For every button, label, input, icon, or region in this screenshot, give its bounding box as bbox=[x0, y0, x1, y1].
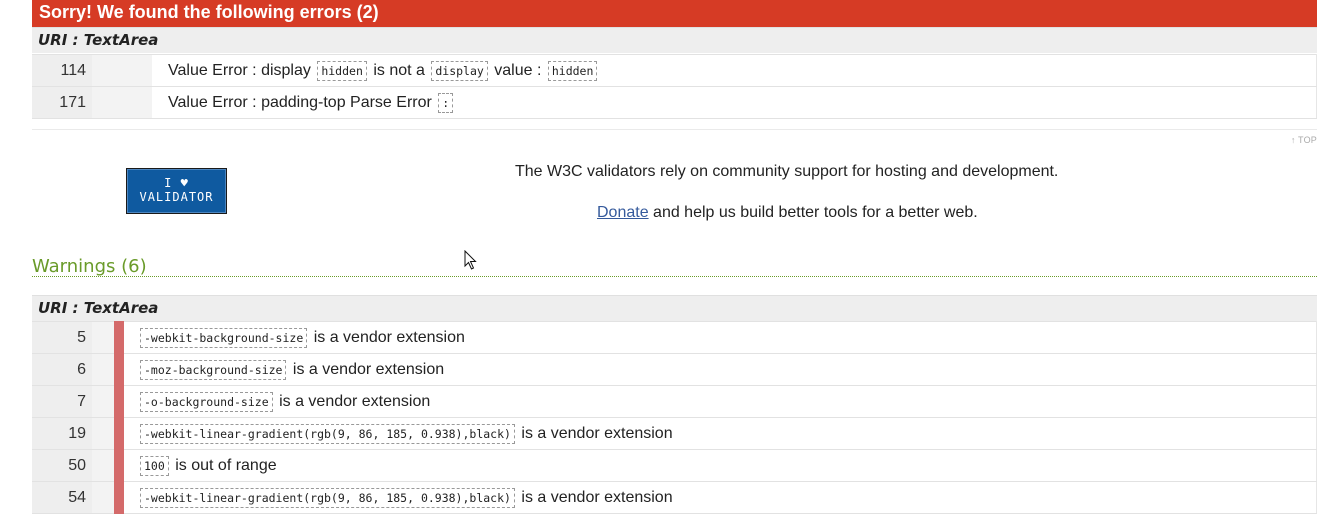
uri-label: URI : bbox=[38, 299, 84, 317]
message-text: value : bbox=[489, 61, 546, 79]
separator bbox=[32, 129, 1317, 130]
line-number: 54 bbox=[32, 481, 92, 514]
code-token: -webkit-linear-gradient(rgb(9, 86, 185, … bbox=[140, 487, 515, 508]
message-text: is a vendor extension bbox=[309, 328, 465, 346]
warning-level-bar bbox=[114, 449, 124, 482]
warning-row: 19 -webkit-linear-gradient(rgb(9, 86, 185… bbox=[32, 417, 1317, 450]
context-cell bbox=[92, 449, 114, 482]
context-cell bbox=[92, 481, 114, 514]
line-number: 50 bbox=[32, 449, 92, 482]
code-token: display bbox=[431, 60, 488, 81]
line-number: 7 bbox=[32, 385, 92, 418]
warning-row: 50 100 is out of range bbox=[32, 449, 1317, 482]
warning-message: -webkit-linear-gradient(rgb(9, 86, 185, … bbox=[136, 417, 1317, 450]
warning-level-cell bbox=[114, 353, 136, 386]
message-text: is a vendor extension bbox=[516, 424, 673, 442]
line-number: 19 bbox=[32, 417, 92, 450]
context-cell bbox=[92, 385, 114, 418]
back-to-top-link[interactable]: ↑ TOP bbox=[1291, 135, 1317, 145]
warning-row: 54 -webkit-linear-gradient(rgb(9, 86, 185… bbox=[32, 481, 1317, 514]
badge-line-1: I ♥ bbox=[164, 176, 189, 190]
warnings-uri-bar: URI : TextArea bbox=[32, 295, 1317, 321]
warning-row: 5 -webkit-background-size is a vendor ext… bbox=[32, 321, 1317, 354]
context-cell bbox=[92, 86, 152, 119]
warning-message: -moz-background-size is a vendor extensi… bbox=[136, 353, 1317, 386]
warning-message: 100 is out of range bbox=[136, 449, 1317, 482]
message-text: is a vendor extension bbox=[516, 488, 673, 506]
errors-uri-bar: URI : TextArea bbox=[32, 27, 1317, 53]
context-cell bbox=[92, 353, 114, 386]
warning-message: -o-background-size is a vendor extension bbox=[136, 385, 1317, 418]
warnings-heading: Warnings (6) bbox=[32, 256, 1317, 277]
warning-level-bar bbox=[114, 321, 124, 354]
message-text: is not a bbox=[368, 61, 430, 79]
warning-message: -webkit-linear-gradient(rgb(9, 86, 185, … bbox=[136, 481, 1317, 514]
warning-level-bar bbox=[114, 385, 124, 418]
code-token: hidden bbox=[547, 60, 598, 81]
donate-message: Donate and help us build better tools fo… bbox=[597, 204, 978, 222]
code-token: -webkit-background-size bbox=[140, 327, 308, 348]
donate-link[interactable]: Donate bbox=[597, 204, 649, 221]
uri-value: TextArea bbox=[83, 31, 159, 49]
message-text: is out of range bbox=[170, 456, 277, 474]
error-row: 171 Value Error : padding-top Parse Error… bbox=[32, 86, 1317, 119]
code-token: hidden bbox=[317, 60, 367, 81]
errors-table: 114 Value Error : display hidden is not a… bbox=[32, 54, 1317, 119]
warning-level-cell bbox=[114, 321, 136, 354]
warnings-table: 5 -webkit-background-size is a vendor ext… bbox=[32, 321, 1317, 514]
mouse-cursor-icon bbox=[464, 250, 477, 270]
line-number: 171 bbox=[32, 86, 92, 119]
context-cell bbox=[92, 54, 152, 87]
warning-message: -webkit-background-size is a vendor exte… bbox=[136, 321, 1317, 354]
message-text: is a vendor extension bbox=[274, 392, 431, 410]
context-cell bbox=[92, 417, 114, 450]
context-cell bbox=[92, 321, 114, 354]
warning-level-bar bbox=[114, 481, 124, 514]
message-text: Value Error : padding-top Parse Error bbox=[168, 93, 437, 111]
line-number: 114 bbox=[32, 54, 92, 87]
error-message: Value Error : padding-top Parse Error : bbox=[152, 86, 1317, 119]
warning-row: 6 -moz-background-size is a vendor extens… bbox=[32, 353, 1317, 386]
support-message: The W3C validators rely on community sup… bbox=[515, 163, 1059, 180]
warning-level-cell bbox=[114, 417, 136, 450]
code-token: 100 bbox=[140, 455, 169, 476]
line-number: 6 bbox=[32, 353, 92, 386]
uri-value: TextArea bbox=[83, 299, 159, 317]
code-token: -webkit-linear-gradient(rgb(9, 86, 185, … bbox=[140, 423, 515, 444]
i-love-validator-badge[interactable]: I ♥ VALIDATOR bbox=[126, 168, 227, 214]
badge-line-2: VALIDATOR bbox=[139, 190, 214, 204]
code-token: -o-background-size bbox=[140, 391, 273, 412]
line-number: 5 bbox=[32, 321, 92, 354]
uri-label: URI : bbox=[38, 31, 84, 49]
error-row: 114 Value Error : display hidden is not a… bbox=[32, 54, 1317, 87]
warning-level-bar bbox=[114, 417, 124, 450]
error-message: Value Error : display hidden is not a di… bbox=[152, 54, 1317, 87]
message-text: Value Error : display bbox=[168, 61, 316, 79]
warning-level-bar bbox=[114, 353, 124, 386]
message-text: is a vendor extension bbox=[288, 360, 445, 378]
errors-heading: Sorry! We found the following errors (2) bbox=[32, 0, 1317, 27]
validator-results-page: Sorry! We found the following errors (2)… bbox=[0, 0, 1317, 518]
warning-level-cell bbox=[114, 385, 136, 418]
code-token: -moz-background-size bbox=[140, 359, 287, 380]
warning-row: 7 -o-background-size is a vendor extensio… bbox=[32, 385, 1317, 418]
warning-level-cell bbox=[114, 449, 136, 482]
code-token: : bbox=[438, 92, 454, 113]
warning-level-cell bbox=[114, 481, 136, 514]
donate-rest-text: and help us build better tools for a bet… bbox=[648, 204, 978, 221]
